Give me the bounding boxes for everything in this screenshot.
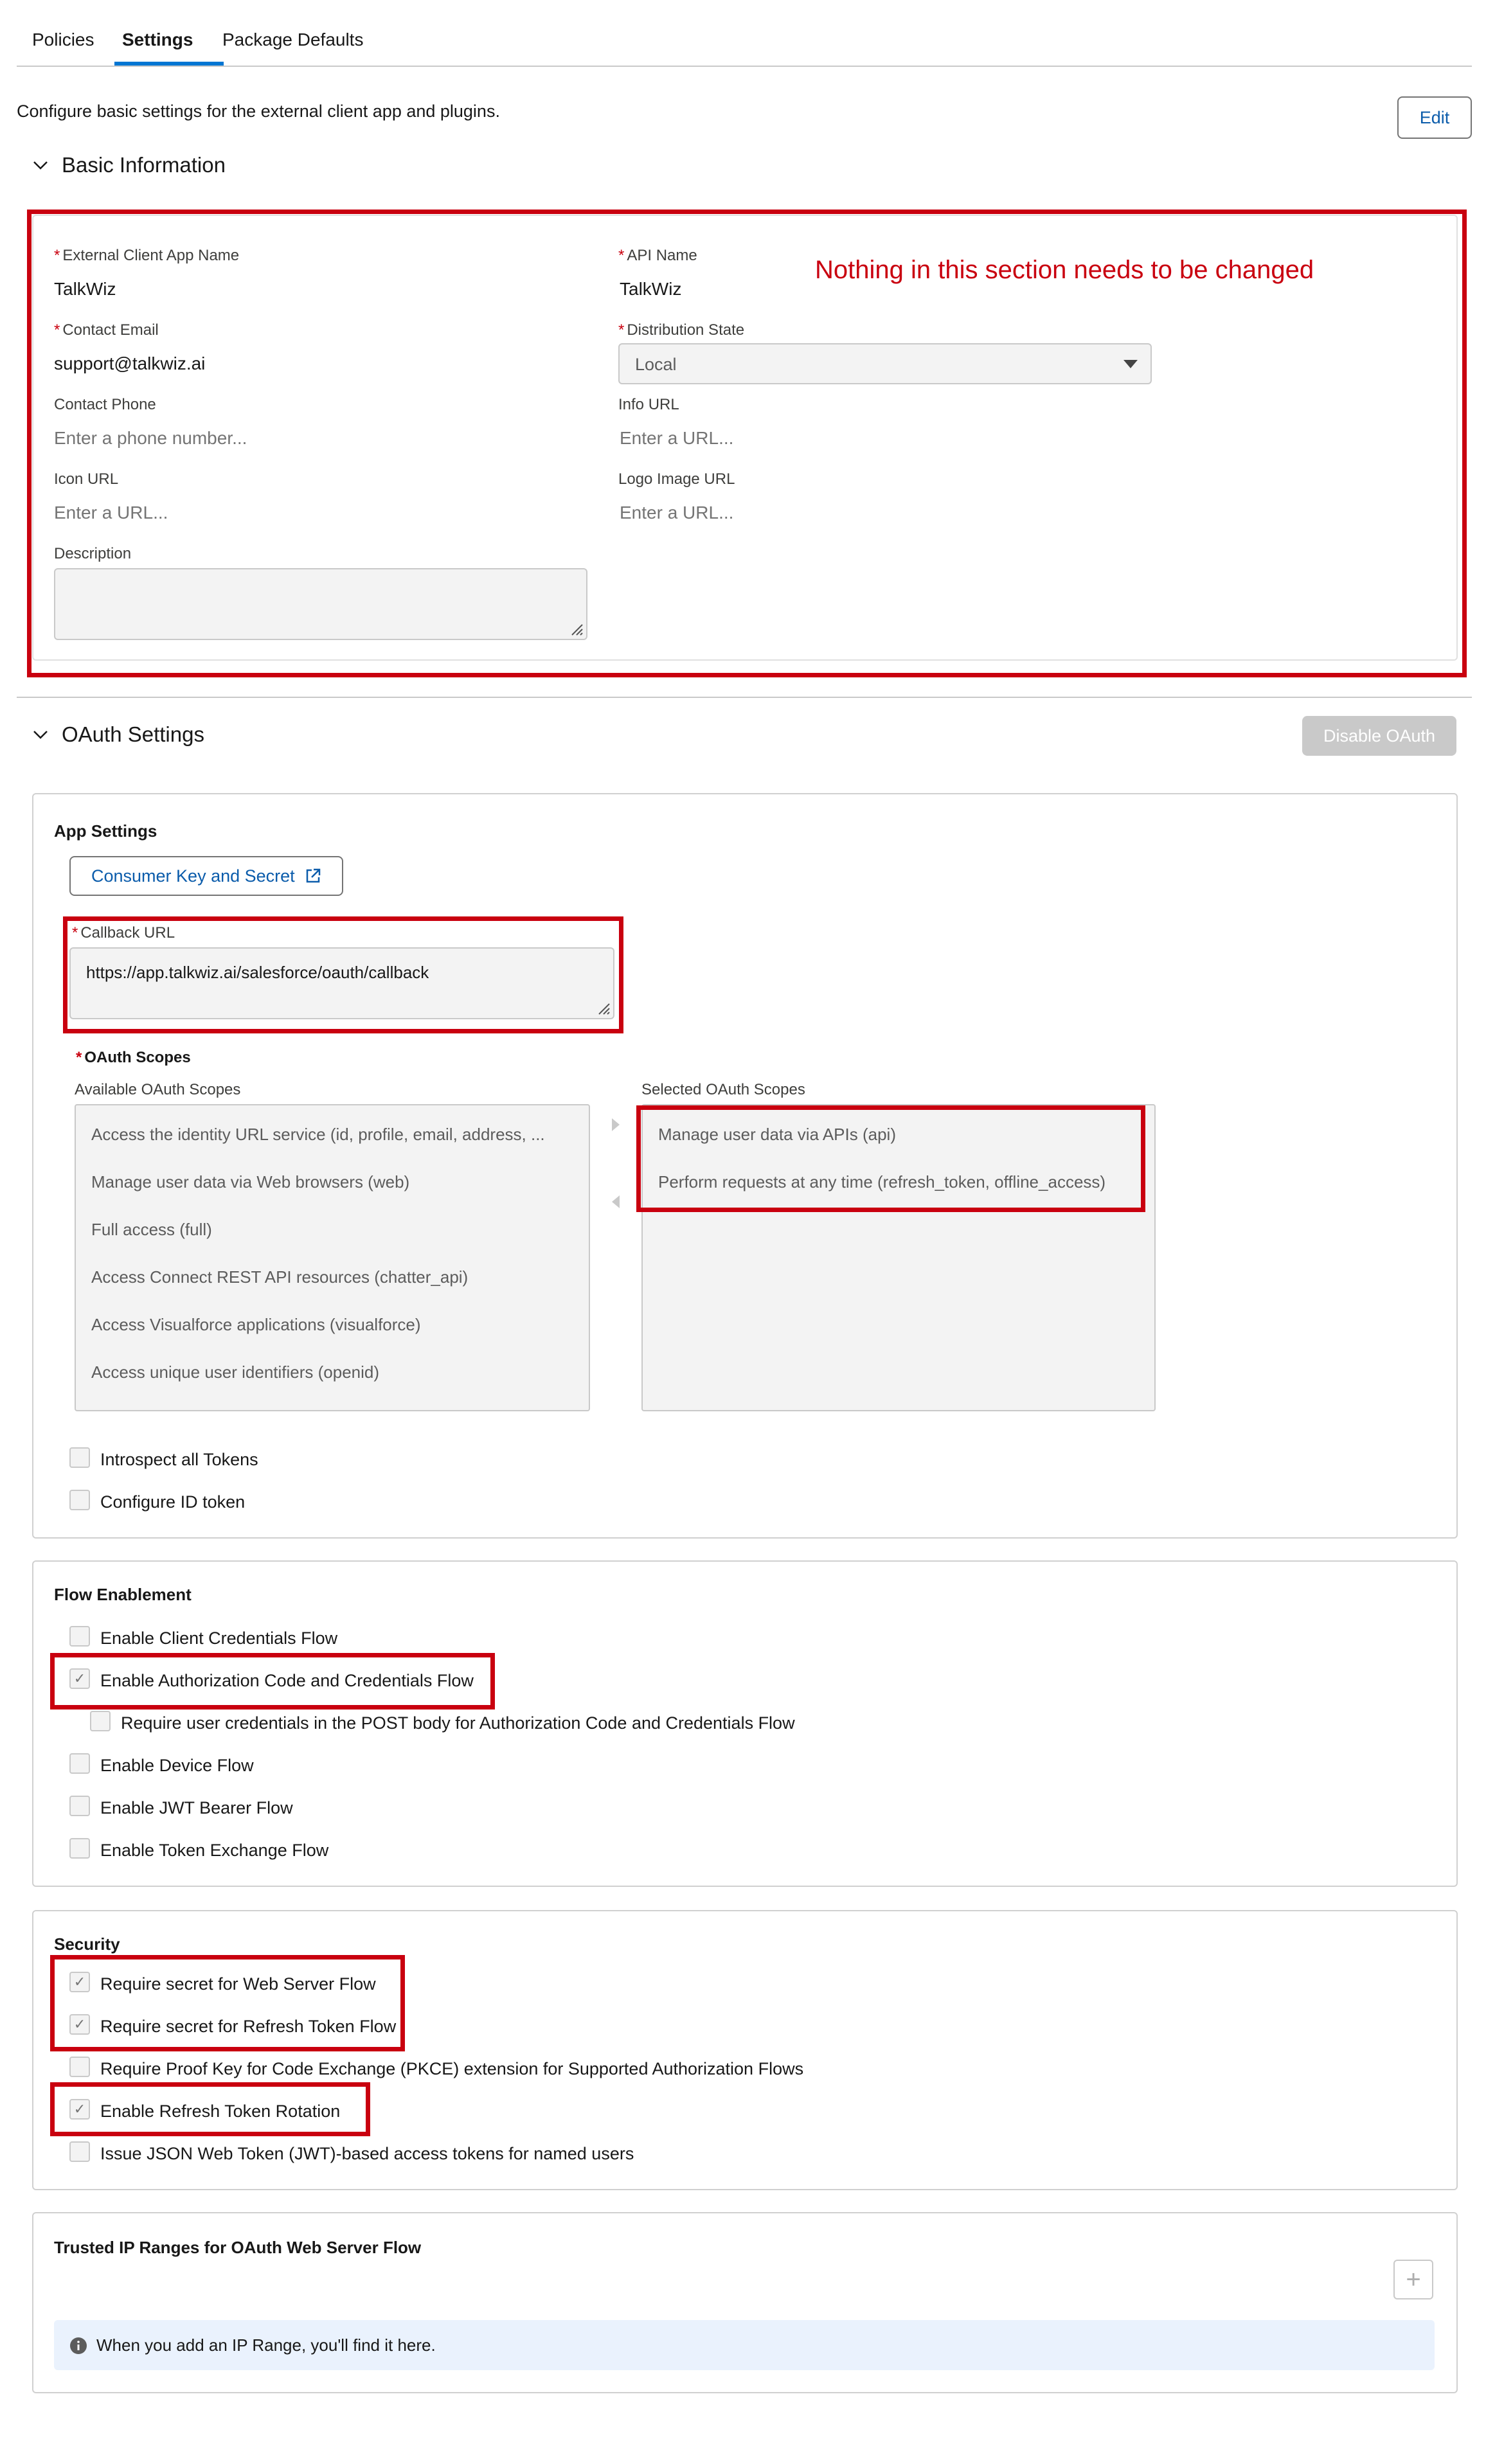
description-label: Description xyxy=(54,545,132,562)
configure-id-token-label: Configure ID token xyxy=(100,1492,246,1512)
chevron-down-icon xyxy=(1123,360,1138,368)
info-icon xyxy=(70,2337,87,2354)
callback-url-label: * Callback URL xyxy=(72,924,175,942)
flow-checkbox[interactable] xyxy=(90,1711,111,1731)
chevron-down-icon xyxy=(33,731,48,739)
add-ip-range-button[interactable]: + xyxy=(1393,2260,1433,2299)
security-label: Issue JSON Web Token (JWT)-based access … xyxy=(100,2144,634,2163)
section-divider xyxy=(17,697,1472,698)
tab-bar: Policies Settings Package Defaults xyxy=(17,0,1472,67)
contact-email-value: support@talkwiz.ai xyxy=(54,353,206,373)
flow-label: Enable Client Credentials Flow xyxy=(100,1629,338,1648)
available-scopes-label: Available OAuth Scopes xyxy=(75,1081,241,1098)
tab-settings[interactable]: Settings xyxy=(122,30,193,50)
annotation-note: Nothing in this section needs to be chan… xyxy=(815,256,1314,284)
chevron-down-icon xyxy=(33,161,48,170)
tab-policies[interactable]: Policies xyxy=(32,30,94,50)
flow-checkbox[interactable] xyxy=(69,1753,90,1774)
resize-handle-icon[interactable] xyxy=(596,1001,611,1015)
contact-phone-label: Contact Phone xyxy=(54,396,156,413)
flow-checkbox[interactable] xyxy=(69,1796,90,1816)
flow-label: Enable Device Flow xyxy=(100,1756,254,1775)
app-settings-title: App Settings xyxy=(54,821,157,841)
distribution-select[interactable]: Local xyxy=(618,343,1152,384)
ip-range-info-text: When you add an IP Range, you'll find it… xyxy=(96,2335,436,2355)
list-item[interactable]: Access the identity URL service (id, pro… xyxy=(91,1125,545,1145)
external-link-icon xyxy=(306,868,320,883)
list-item[interactable]: Access unique user identifiers (openid) xyxy=(91,1362,379,1382)
app-name-value: TalkWiz xyxy=(54,279,116,299)
move-right-icon[interactable] xyxy=(609,1117,622,1132)
configure-id-token-checkbox[interactable] xyxy=(69,1490,90,1510)
resize-handle-icon[interactable] xyxy=(569,622,584,636)
checkmark-icon: ✓ xyxy=(73,1670,86,1686)
app-name-label: * External Client App Name xyxy=(54,247,240,264)
contact-email-label: * Contact Email xyxy=(54,321,159,339)
contact-phone-input[interactable]: Enter a phone number... xyxy=(54,428,247,449)
list-item[interactable]: Full access (full) xyxy=(91,1220,212,1240)
api-name-label: * API Name xyxy=(618,247,697,264)
security-label: Require secret for Web Server Flow xyxy=(100,1974,376,1994)
security-checkbox[interactable] xyxy=(69,2141,90,2162)
info-url-label: Info URL xyxy=(618,396,679,413)
move-left-icon[interactable] xyxy=(609,1194,622,1210)
active-tab-indicator xyxy=(114,62,224,66)
distribution-value: Local xyxy=(635,355,677,374)
security-checkbox-checked[interactable]: ✓ xyxy=(69,1972,90,1992)
introspect-label: Introspect all Tokens xyxy=(100,1450,258,1469)
info-url-input[interactable]: Enter a URL... xyxy=(620,428,733,449)
checkmark-icon: ✓ xyxy=(73,2016,86,2032)
selected-scopes-label: Selected OAuth Scopes xyxy=(641,1081,805,1098)
callback-url-value: https://app.talkwiz.ai/salesforce/oauth/… xyxy=(86,963,429,982)
flow-label: Enable Authorization Code and Credential… xyxy=(100,1671,474,1690)
list-item[interactable]: Access Visualforce applications (visualf… xyxy=(91,1315,421,1335)
api-name-value: TalkWiz xyxy=(620,279,682,299)
flow-label: Enable JWT Bearer Flow xyxy=(100,1798,293,1817)
tab-package-defaults[interactable]: Package Defaults xyxy=(222,30,363,50)
security-label: Enable Refresh Token Rotation xyxy=(100,2102,341,2121)
plus-icon: + xyxy=(1406,2265,1421,2294)
consumer-key-button[interactable]: Consumer Key and Secret xyxy=(69,856,343,896)
security-checkbox-checked[interactable]: ✓ xyxy=(69,2099,90,2120)
description-textarea[interactable] xyxy=(54,568,587,640)
basic-info-title: Basic Information xyxy=(62,153,226,177)
oauth-settings-title: OAuth Settings xyxy=(62,722,204,746)
security-title: Security xyxy=(54,1934,120,1954)
checkmark-icon: ✓ xyxy=(73,1974,86,1990)
available-scopes-list: Access the identity URL service (id, pro… xyxy=(75,1104,590,1411)
highlight-selected-scopes xyxy=(636,1105,1145,1212)
basic-info-header[interactable]: Basic Information xyxy=(32,153,226,177)
list-item[interactable]: Manage user data via Web browsers (web) xyxy=(91,1172,409,1192)
security-checkbox[interactable] xyxy=(69,2057,90,2077)
security-label: Require secret for Refresh Token Flow xyxy=(100,2017,397,2036)
flow-label: Enable Token Exchange Flow xyxy=(100,1841,329,1860)
flow-checkbox-checked[interactable]: ✓ xyxy=(69,1668,90,1689)
icon-url-input[interactable]: Enter a URL... xyxy=(54,503,168,523)
flow-label: Require user credentials in the POST bod… xyxy=(121,1713,795,1733)
trusted-ip-title: Trusted IP Ranges for OAuth Web Server F… xyxy=(54,2238,422,2257)
oauth-settings-header[interactable]: OAuth Settings xyxy=(32,722,204,747)
list-item[interactable]: Access Connect REST API resources (chatt… xyxy=(91,1267,468,1287)
checkmark-icon: ✓ xyxy=(73,2101,86,2117)
flow-checkbox[interactable] xyxy=(69,1626,90,1647)
logo-url-label: Logo Image URL xyxy=(618,470,735,488)
highlight-require-secret xyxy=(50,1955,405,2051)
edit-button[interactable]: Edit xyxy=(1397,96,1472,139)
logo-url-input[interactable]: Enter a URL... xyxy=(620,503,733,523)
introspect-checkbox[interactable] xyxy=(69,1447,90,1468)
flow-enablement-title: Flow Enablement xyxy=(54,1585,192,1604)
disable-oauth-button[interactable]: Disable OAuth xyxy=(1302,716,1456,756)
flow-checkbox[interactable] xyxy=(69,1838,90,1859)
page-description: Configure basic settings for the externa… xyxy=(17,102,500,121)
consumer-key-label: Consumer Key and Secret xyxy=(91,866,295,886)
security-checkbox-checked[interactable]: ✓ xyxy=(69,2014,90,2035)
distribution-label: * Distribution State xyxy=(618,321,745,339)
callback-url-textarea[interactable]: https://app.talkwiz.ai/salesforce/oauth/… xyxy=(69,947,614,1019)
ip-range-info-box: When you add an IP Range, you'll find it… xyxy=(54,2320,1435,2370)
security-label: Require Proof Key for Code Exchange (PKC… xyxy=(100,2059,804,2078)
oauth-scopes-label: * OAuth Scopes xyxy=(76,1049,191,1066)
icon-url-label: Icon URL xyxy=(54,470,119,488)
